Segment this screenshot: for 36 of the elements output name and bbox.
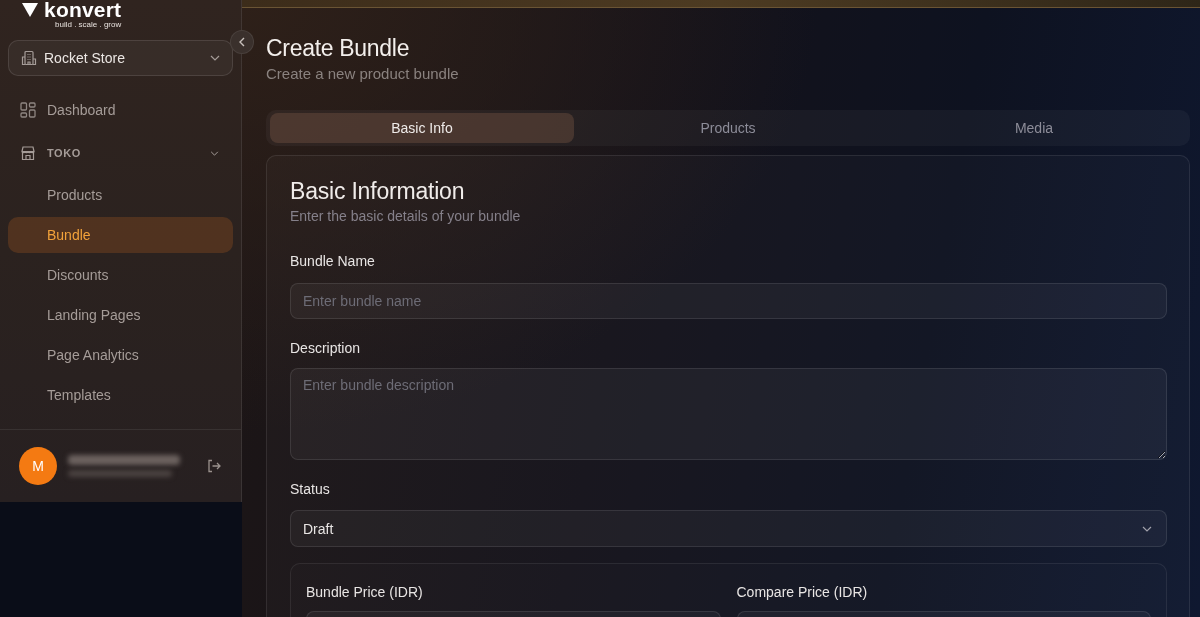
field-label: Description bbox=[290, 339, 361, 358]
chevron-down-icon bbox=[1142, 525, 1152, 532]
nav-item[interactable]: Products bbox=[8, 177, 233, 213]
tab[interactable]: Media bbox=[882, 113, 1186, 143]
chevron-left-icon bbox=[239, 37, 245, 47]
logo-text: konvert bbox=[44, 0, 122, 20]
user-avatar: M bbox=[19, 447, 57, 485]
nav-item[interactable]: Page Analytics bbox=[8, 337, 233, 373]
logo-tagline: build . scale . grow bbox=[55, 20, 122, 29]
field-label: Status bbox=[290, 480, 330, 499]
card-subtitle: Enter the basic details of your bundle bbox=[290, 207, 522, 226]
nav-item[interactable]: Dashboard bbox=[8, 92, 233, 128]
building-icon bbox=[21, 50, 37, 66]
nav-item[interactable]: Discounts bbox=[8, 257, 233, 293]
grid-icon bbox=[20, 102, 36, 118]
nav-item[interactable]: Bundle bbox=[8, 217, 233, 253]
logout-icon bbox=[207, 459, 221, 473]
store-icon bbox=[20, 145, 36, 161]
tab[interactable]: Basic Info bbox=[270, 113, 574, 143]
logo-icon bbox=[22, 3, 38, 17]
logout-button[interactable] bbox=[207, 459, 221, 473]
page-title: Create Bundle bbox=[266, 34, 411, 62]
store-selector[interactable]: Rocket Store bbox=[8, 40, 233, 76]
chevron-down-icon bbox=[210, 55, 220, 61]
field-label: Bundle Name bbox=[290, 252, 375, 271]
nav-item[interactable]: Templates bbox=[8, 377, 233, 413]
card-title: Basic Information bbox=[290, 177, 466, 206]
select-field[interactable]: Draft bbox=[290, 510, 1167, 547]
field-label: Compare Price (IDR) bbox=[736, 583, 868, 602]
collapse-sidebar-button[interactable] bbox=[230, 30, 254, 54]
nav-item[interactable]: Landing Pages bbox=[8, 297, 233, 333]
nav-section[interactable]: TOKO bbox=[8, 135, 233, 171]
tab[interactable]: Products bbox=[576, 113, 880, 143]
field-label: Bundle Price (IDR) bbox=[306, 583, 423, 602]
chevron-down-icon bbox=[210, 150, 219, 156]
page-subtitle: Create a new product bundle bbox=[266, 64, 460, 84]
